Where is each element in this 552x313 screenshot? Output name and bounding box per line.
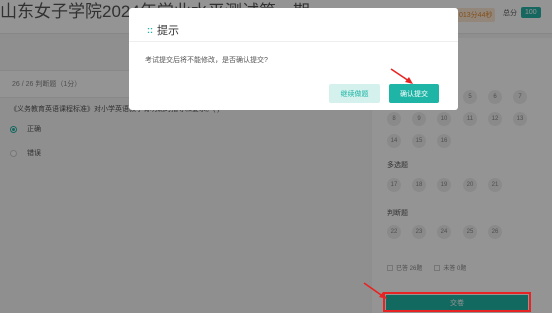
- arrow-icon: [363, 282, 387, 299]
- arrow-icon: [390, 68, 413, 84]
- submit-highlight-box: [383, 292, 531, 312]
- dialog-divider: [129, 41, 458, 42]
- info-icon: ::: [147, 25, 153, 35]
- confirm-dialog: :: 提示 考试提交后将不能修改，是否确认提交? 继续做题 确认提交: [129, 8, 458, 110]
- dialog-title: :: 提示: [147, 25, 179, 37]
- continue-button[interactable]: 继续做题: [329, 84, 380, 103]
- dialog-message: 考试提交后将不能修改，是否确认提交?: [145, 57, 268, 64]
